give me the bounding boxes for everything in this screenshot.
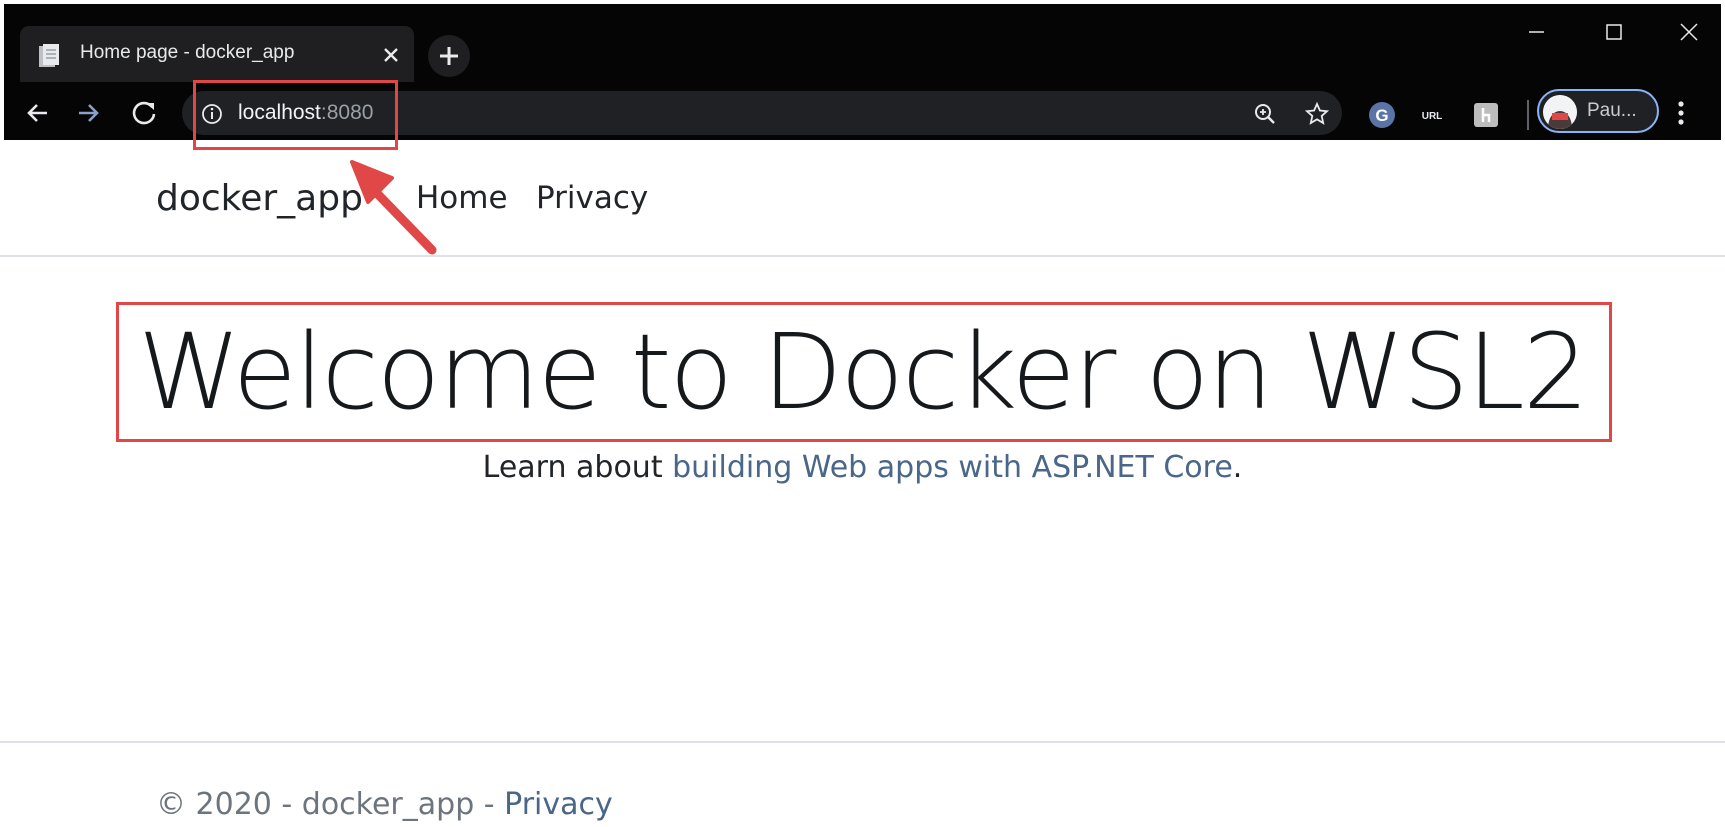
tab-title: Home page - docker_app [80,42,295,63]
footer-divider [0,741,1725,743]
annotation-arrow-icon [350,160,437,255]
avatar-image [1543,95,1577,129]
close-icon[interactable] [380,44,402,66]
minimize-icon[interactable] [1500,8,1572,60]
footer: © 2020 - docker_app - Privacy [156,787,613,822]
window-close-icon[interactable] [1652,8,1724,60]
more-vert-icon[interactable] [1676,99,1686,127]
grammarly-icon[interactable]: G [1368,101,1396,129]
learn-text: Learn about building Web apps with ASP.N… [482,450,1243,485]
maximize-icon[interactable] [1578,8,1650,60]
page-icon [39,44,59,67]
zoom-icon[interactable] [1252,101,1278,127]
url-highlight-box [193,80,398,150]
url-shortener-icon[interactable]: URL [1418,101,1446,129]
svg-text:URL: URL [1422,111,1443,122]
new-tab-icon[interactable] [428,35,470,77]
profile-button[interactable]: Pau... [1537,89,1659,133]
avatar [1543,95,1577,129]
aspnet-docs-link[interactable]: building Web apps with ASP.NET Core [672,450,1233,485]
svg-text:G: G [1375,106,1388,125]
brand-link[interactable]: docker_app [156,178,363,219]
reload-icon[interactable] [126,95,162,131]
toolbar-separator [1527,100,1529,130]
forward-arrow-icon[interactable] [70,95,106,131]
extension-icon[interactable] [1472,101,1500,129]
site-navbar: docker_app Home Privacy [0,140,1725,256]
back-arrow-icon[interactable] [20,95,56,131]
profile-name: Pau... [1587,100,1637,121]
nav-privacy-link[interactable]: Privacy [536,180,648,216]
star-icon[interactable] [1304,101,1330,127]
page-heading: Welcome to Docker on WSL2 [137,311,1589,433]
footer-privacy-link[interactable]: Privacy [504,787,613,822]
tab-home-page[interactable]: Home page - docker_app [20,26,414,82]
navbar-divider [0,255,1725,257]
